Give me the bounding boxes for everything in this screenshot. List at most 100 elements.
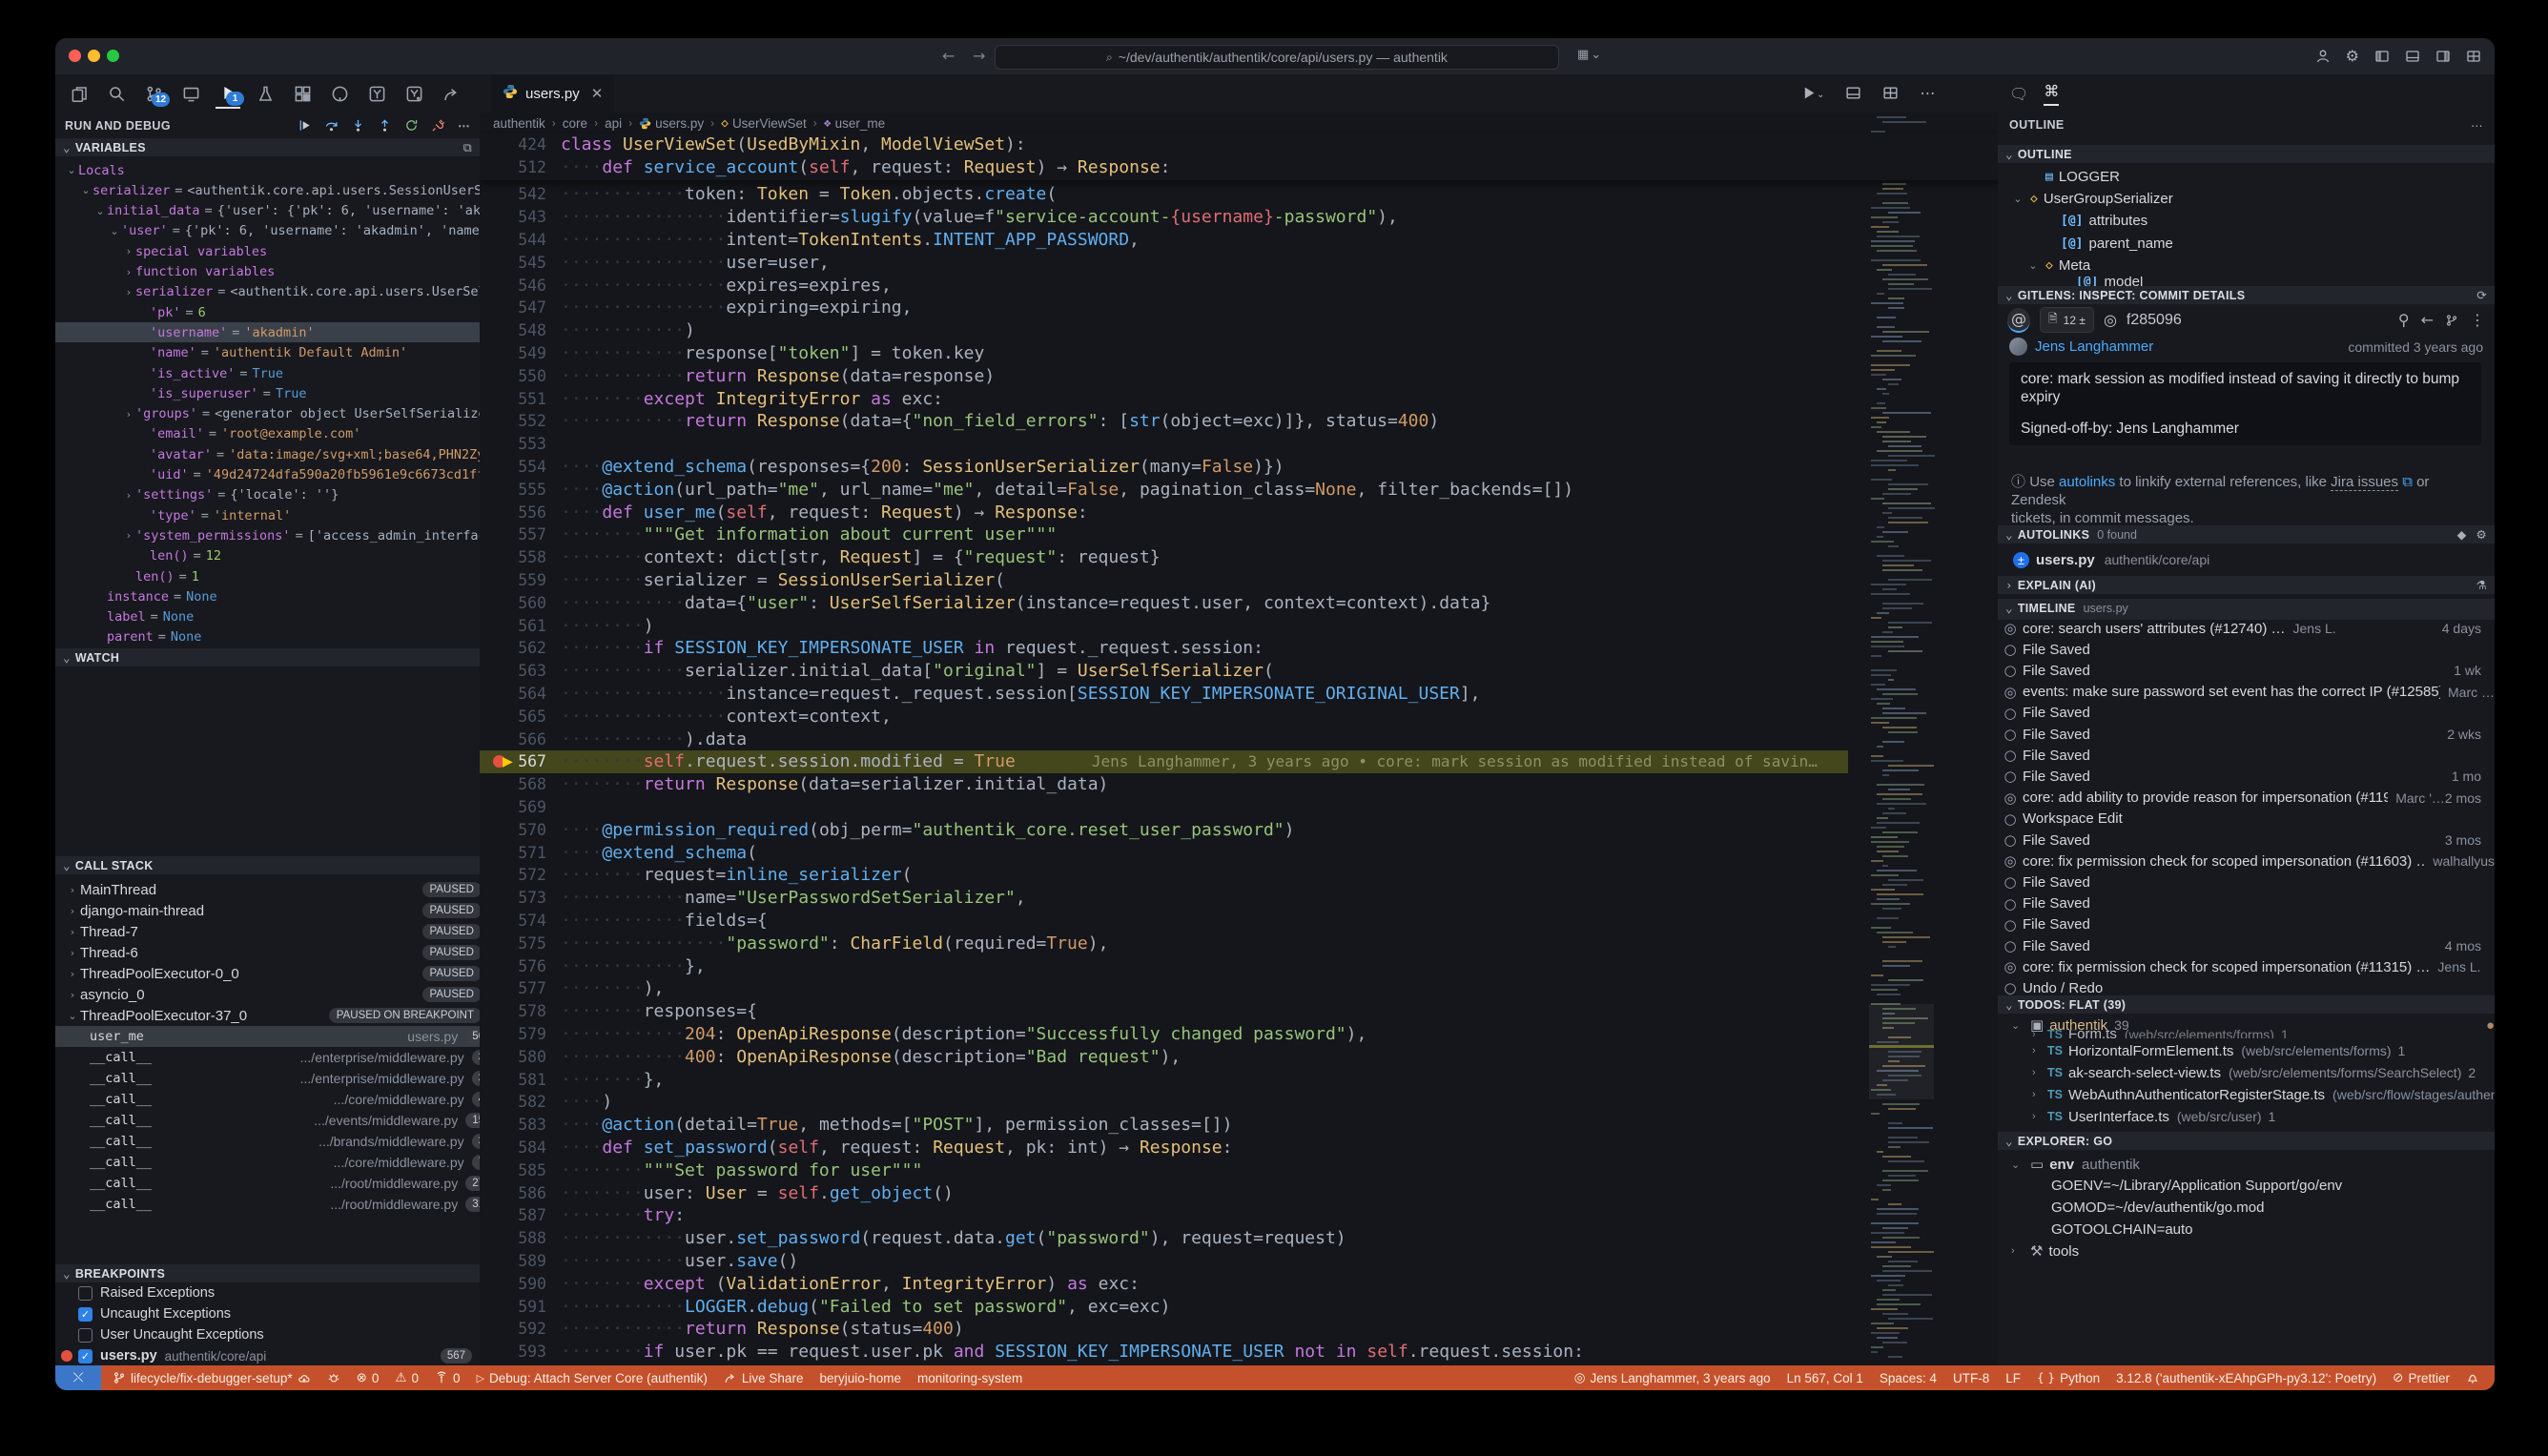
variable-row[interactable]: ⌄Locals xyxy=(55,160,480,180)
changed-file-row[interactable]: ± users.py authentik/core/api xyxy=(1998,549,2495,570)
debug-disconnect-icon[interactable] xyxy=(431,118,445,133)
callstack-thread-row[interactable]: ›Thread-6PAUSED xyxy=(55,942,480,963)
code-line-578[interactable]: 578········responses={ xyxy=(480,1000,1848,1023)
minimize-window-button[interactable] xyxy=(88,50,100,62)
variable-row[interactable]: ⌄initial_data={'user': {'pk': 6, 'userna… xyxy=(55,201,480,221)
layout-panel-icon[interactable] xyxy=(2405,48,2420,65)
code-line-565[interactable]: 565················context=context, xyxy=(480,705,1848,728)
breakpoint-checkbox[interactable]: ✓ xyxy=(78,1307,92,1322)
code-editor[interactable]: authentik›core›api›users.py›◇UserViewSet… xyxy=(480,113,1998,1365)
code-line-589[interactable]: 589············user.save() xyxy=(480,1250,1848,1273)
timeline-item[interactable]: ○File Saved1 mo xyxy=(1998,766,2495,787)
variable-row[interactable]: ›'settings'={'locale': ''} xyxy=(55,485,480,505)
code-line-588[interactable]: 588············user.set_password(request… xyxy=(480,1227,1848,1250)
search-icon[interactable] xyxy=(104,79,129,108)
breadcrumb-item[interactable]: ◇UserViewSet xyxy=(721,116,807,131)
timeline-item[interactable]: ◎core: fix permission check for scoped i… xyxy=(1998,956,2495,977)
code-line-583[interactable]: 583····@action(detail=True, methods=["PO… xyxy=(480,1114,1848,1137)
variable-row[interactable]: ›serializer=<authentik.core.api.users.Us… xyxy=(55,282,480,302)
debug-continue-icon[interactable] xyxy=(298,118,312,133)
code-line-552[interactable]: 552············return Response(data={"no… xyxy=(480,410,1848,433)
split-editor-icon[interactable] xyxy=(1882,85,1899,102)
minimap-viewport[interactable] xyxy=(1869,1004,1934,1099)
minimap[interactable] xyxy=(1869,113,1934,1365)
layout-sidebar-left-icon[interactable] xyxy=(2374,48,2390,65)
statusbar-item[interactable]: 0 xyxy=(435,1371,461,1385)
statusbar-item[interactable]: Ln 567, Col 1 xyxy=(1787,1371,1863,1385)
code-line-591[interactable]: 591············LOGGER.debug("Failed to s… xyxy=(480,1295,1848,1318)
code-line-572[interactable]: 572········request=inline_serializer( xyxy=(480,864,1848,887)
outline-section-header[interactable]: ⌄OUTLINE xyxy=(1998,145,2495,163)
todo-file-row[interactable]: ›TSForm.ts(web/src/elements/forms)1 xyxy=(1998,1030,2495,1038)
variable-row[interactable]: label=None xyxy=(55,607,480,627)
commit-author[interactable]: Jens Langhammer xyxy=(2035,338,2153,355)
callstack-frame-row[interactable]: __call__.../root/middleware.py318:1 xyxy=(55,1194,480,1215)
callstack-frame-row[interactable]: user_meusers.py567:1 xyxy=(55,1026,480,1047)
outline-tab-icon[interactable]: ⌘ xyxy=(2044,82,2059,106)
code-line-586[interactable]: 586········user: User = self.get_object(… xyxy=(480,1181,1848,1204)
nav-forward-icon[interactable]: → xyxy=(973,47,985,65)
debug-step-out-icon[interactable] xyxy=(378,118,392,133)
callstack-thread-row[interactable]: ⌄ThreadPoolExecutor-37_0PAUSED ON BREAKP… xyxy=(55,1005,480,1026)
testing-icon[interactable] xyxy=(253,79,277,108)
github-icon[interactable] xyxy=(327,79,352,108)
source-control-icon[interactable]: 12 xyxy=(141,79,166,108)
breakpoint-row[interactable]: User Uncaught Exceptions xyxy=(55,1325,480,1344)
statusbar-item[interactable]: { }Python xyxy=(2037,1371,2100,1385)
account-icon[interactable] xyxy=(2315,48,2331,65)
layout-sidebar-right-icon[interactable] xyxy=(2435,48,2451,65)
callstack-frame-row[interactable]: __call__.../enterprise/middleware.py39:1 xyxy=(55,1068,480,1089)
outline-item[interactable]: ⌄◇Meta xyxy=(1998,255,2495,277)
timeline-item[interactable]: ○File Saved xyxy=(1998,872,2495,892)
gitlens-files-badge[interactable]: 🗎12 ± xyxy=(2040,307,2094,333)
explorer-icon[interactable] xyxy=(67,79,92,108)
sticky-line[interactable]: 424class UserViewSet(UsedByMixin, ModelV… xyxy=(480,133,1848,156)
timeline-section-header[interactable]: ⌄TIMELINE users.py xyxy=(1998,599,2495,617)
outline-item[interactable]: [@]parent_name xyxy=(1998,233,2495,255)
timeline-item[interactable]: ○File Saved1 wk xyxy=(1998,660,2495,681)
variable-row[interactable]: ›'system_permissions'=['access_admin_int… xyxy=(55,525,480,545)
statusbar-item[interactable]: 3.12.8 ('authentik-xEAhpGPh-py3.12': Poe… xyxy=(2116,1371,2376,1385)
go-tools-row[interactable]: ›⚒tools xyxy=(1998,1241,2495,1261)
code-line-562[interactable]: 562········if SESSION_KEY_IMPERSONATE_US… xyxy=(480,637,1848,660)
statusbar-item[interactable]: UTF-8 xyxy=(1953,1371,1989,1385)
breakpoint-checkbox[interactable] xyxy=(78,1286,92,1301)
breadcrumb[interactable]: authentik›core›api›users.py›◇UserViewSet… xyxy=(493,113,885,133)
code-line-554[interactable]: 554····@extend_schema(responses={200: Se… xyxy=(480,456,1848,479)
timeline-item[interactable]: ○File Saved xyxy=(1998,639,2495,660)
todo-file-row[interactable]: ›TSWebAuthnAuthenticatorRegisterStage.ts… xyxy=(1998,1084,2495,1105)
breakpoint-checkbox[interactable]: ✓ xyxy=(78,1349,92,1364)
statusbar-item[interactable]: beryjuio-home xyxy=(819,1371,901,1385)
code-line-547[interactable]: 547················expiring=expiring, xyxy=(480,297,1848,319)
statusbar-item[interactable]: LF xyxy=(2005,1371,2021,1385)
timeline-item[interactable]: ◎events: make sure password set event ha… xyxy=(1998,682,2495,703)
code-line-558[interactable]: 558········context: dict[str, Request] =… xyxy=(480,546,1848,569)
outline-item[interactable]: ⌄◇UserGroupSerializer xyxy=(1998,188,2495,210)
debug-step-over-icon[interactable] xyxy=(324,118,339,133)
statusbar-item[interactable]: Live Share xyxy=(724,1371,804,1385)
variable-row[interactable]: instance=None xyxy=(55,586,480,606)
live-share-icon[interactable] xyxy=(439,79,463,108)
variable-row[interactable]: 'avatar'='data:image/svg+xml;base64,PHN2… xyxy=(55,444,480,464)
remote-indicator[interactable]: ⤬ xyxy=(55,1365,101,1390)
callstack-frame-row[interactable]: __call__.../events/middleware.py156:1 xyxy=(55,1110,480,1131)
profile-switcher[interactable]: ▦⌄ xyxy=(1577,47,1601,62)
code-line-548[interactable]: 548············) xyxy=(480,319,1848,342)
code-line-556[interactable]: 556····def user_me(self, request: Reques… xyxy=(480,501,1848,523)
sticky-line[interactable]: 512····def service_account(self, request… xyxy=(480,156,1848,179)
code-line-546[interactable]: 546················expires=expires, xyxy=(480,274,1848,297)
callstack-thread-row[interactable]: ›asyncio_0PAUSED xyxy=(55,984,480,1005)
timeline-item[interactable]: ○File Saved xyxy=(1998,703,2495,724)
explain-ai-section-header[interactable]: ›EXPLAIN (AI) ⚗ xyxy=(1998,576,2495,594)
outline-item[interactable]: [@]model xyxy=(1998,277,2495,286)
breakpoint-row[interactable]: ✓users.pyauthentik/core/api567 xyxy=(55,1346,480,1365)
code-line-593[interactable]: 593········if user.pk == request.user.pk… xyxy=(480,1341,1848,1364)
callstack-thread-row[interactable]: ›MainThreadPAUSED xyxy=(55,879,480,900)
code-line-555[interactable]: 555····@action(url_path="me", url_name="… xyxy=(480,478,1848,501)
close-tab-icon[interactable]: ✕ xyxy=(591,85,604,102)
timeline-item[interactable]: ○File Saved xyxy=(1998,745,2495,766)
variable-row[interactable]: 'is_superuser'=True xyxy=(55,383,480,403)
variable-row[interactable]: 'uid'='49d24724dfa590a20fb5961e9c6673cd1… xyxy=(55,465,480,485)
debug-more-icon[interactable]: ⋯ xyxy=(458,118,470,133)
gitlens-ask-icon[interactable]: @ xyxy=(2007,308,2030,333)
